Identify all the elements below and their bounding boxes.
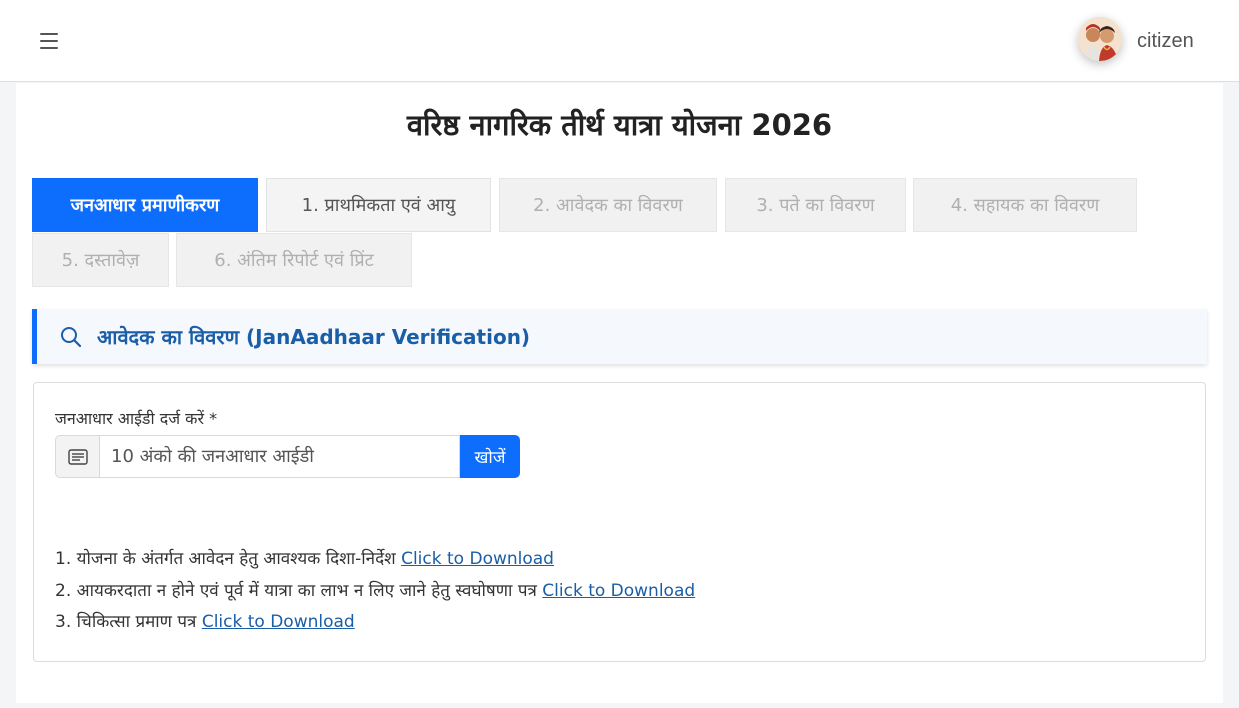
list-item: 1. योजना के अंतर्गत आवेदन हेतु आवश्यक दि… bbox=[55, 547, 695, 579]
list-item: 3. चिकित्सा प्रमाण पत्र Click to Downloa… bbox=[55, 610, 695, 642]
download-notes: 1. योजना के अंतर्गत आवेदन हेतु आवश्यक दि… bbox=[55, 547, 695, 642]
user-avatar[interactable] bbox=[1078, 17, 1122, 61]
note-text: 2. आयकरदाता न होने एवं पूर्व में यात्रा … bbox=[55, 580, 537, 601]
section-header: आवेदक का विवरण (JanAadhaar Verification) bbox=[32, 309, 1207, 364]
guidelines-download-link[interactable]: Click to Download bbox=[401, 549, 554, 569]
tab-address-details[interactable]: 3. पते का विवरण bbox=[725, 178, 906, 232]
page-title: वरिष्ठ नागरिक तीर्थ यात्रा योजना 2026 bbox=[406, 108, 833, 142]
tab-label: 1. प्राथमिकता एवं आयु bbox=[301, 195, 456, 216]
hamburger-menu-icon[interactable] bbox=[40, 33, 58, 49]
id-card-icon-box bbox=[55, 435, 99, 478]
note-text: 3. चिकित्सा प्रमाण पत्र bbox=[55, 612, 197, 632]
self-declaration-download-link[interactable]: Click to Download bbox=[542, 581, 695, 601]
tab-applicant-details[interactable]: 2. आवेदक का विवरण bbox=[499, 178, 717, 232]
tab-label: 2. आवेदक का विवरण bbox=[533, 195, 683, 216]
janaadhaar-id-input[interactable] bbox=[99, 435, 460, 478]
tab-janaadhaar-verification[interactable]: जनआधार प्रमाणीकरण bbox=[32, 178, 258, 232]
username-label[interactable]: citizen bbox=[1137, 30, 1194, 53]
id-card-icon bbox=[67, 448, 88, 465]
tab-label: 6. अंतिम रिपोर्ट एवं प्रिंट bbox=[214, 250, 374, 271]
section-title: आवेदक का विवरण (JanAadhaar Verification) bbox=[97, 325, 531, 349]
note-text: 1. योजना के अंतर्गत आवेदन हेतु आवश्यक दि… bbox=[55, 549, 396, 569]
janaadhaar-input-group: खोजें bbox=[55, 435, 520, 478]
medical-certificate-download-link[interactable]: Click to Download bbox=[202, 612, 355, 632]
tab-priority-age[interactable]: 1. प्राथमिकता एवं आयु bbox=[266, 178, 491, 232]
tab-label: 3. पते का विवरण bbox=[756, 195, 875, 216]
search-icon bbox=[61, 326, 82, 347]
list-item: 2. आयकरदाता न होने एवं पूर्व में यात्रा … bbox=[55, 579, 695, 611]
tab-documents[interactable]: 5. दस्तावेज़ bbox=[32, 233, 169, 287]
tab-assistant-details[interactable]: 4. सहायक का विवरण bbox=[913, 178, 1137, 232]
search-button[interactable]: खोजें bbox=[460, 435, 520, 478]
tab-label: 4. सहायक का विवरण bbox=[950, 195, 1100, 216]
tab-label: 5. दस्तावेज़ bbox=[61, 250, 140, 271]
tab-final-report-print[interactable]: 6. अंतिम रिपोर्ट एवं प्रिंट bbox=[176, 233, 412, 287]
main-card: वरिष्ठ नागरिक तीर्थ यात्रा योजना 2026 जन… bbox=[16, 83, 1223, 703]
verification-form: जनआधार आईडी दर्ज करें * खोजें 1. योजना क… bbox=[33, 382, 1206, 662]
top-bar: citizen bbox=[0, 0, 1239, 82]
janaadhaar-id-label: जनआधार आईडी दर्ज करें * bbox=[55, 409, 218, 428]
tab-label: जनआधार प्रमाणीकरण bbox=[70, 195, 220, 216]
avatar-illustration bbox=[1078, 17, 1122, 61]
